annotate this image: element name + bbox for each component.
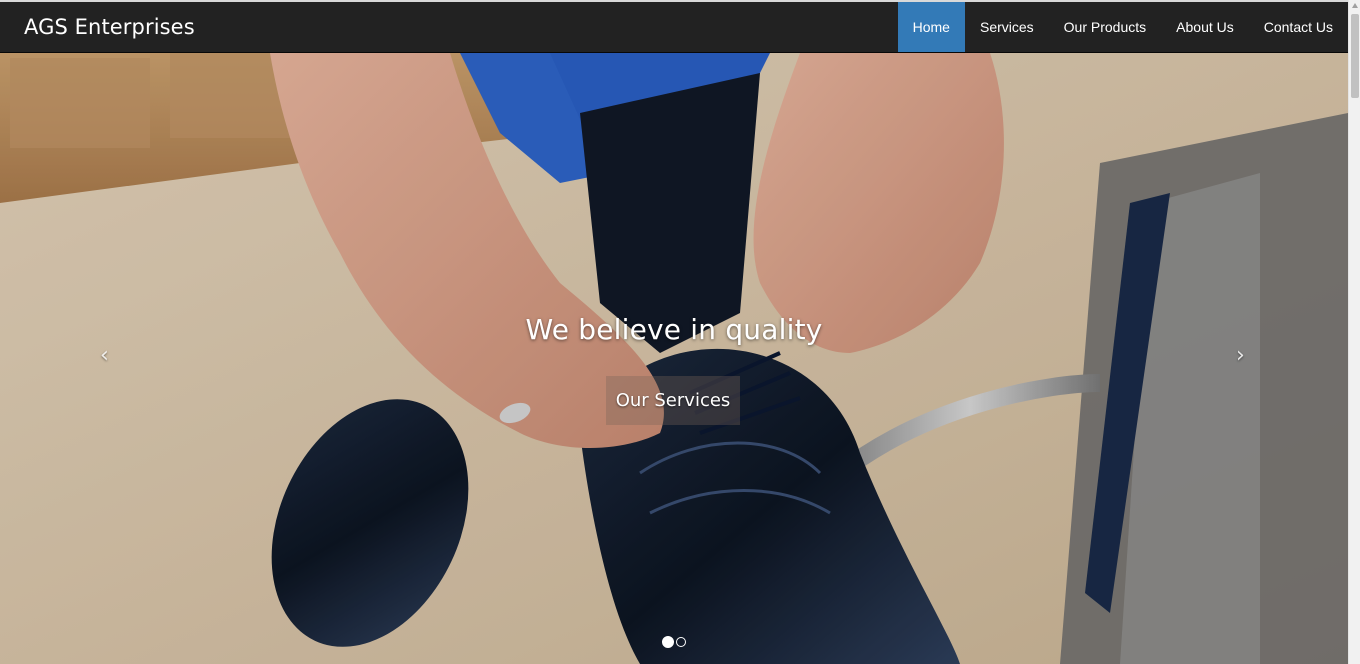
nav-item-contact-us[interactable]: Contact Us xyxy=(1249,2,1348,52)
scrollbar-thumb[interactable] xyxy=(1351,14,1359,98)
nav-item-our-products[interactable]: Our Products xyxy=(1049,2,1161,52)
scroll-up-arrow-icon[interactable] xyxy=(1352,3,1358,8)
nav-item-services[interactable]: Services xyxy=(965,2,1049,52)
hero-overlay xyxy=(0,53,1348,664)
carousel-indicator-1[interactable] xyxy=(662,636,674,648)
nav-item-about-us[interactable]: About Us xyxy=(1161,2,1249,52)
carousel-indicator-2[interactable] xyxy=(676,637,686,647)
main-nav: Home Services Our Products About Us Cont… xyxy=(897,2,1348,52)
nav-item-home[interactable]: Home xyxy=(897,2,965,52)
page-scrollbar[interactable] xyxy=(1348,0,1360,664)
carousel-next-icon[interactable]: › xyxy=(1236,343,1245,368)
brand-logo-text[interactable]: AGS Enterprises xyxy=(0,15,195,39)
carousel-prev-icon[interactable]: ‹ xyxy=(100,343,109,368)
our-services-button[interactable]: Our Services xyxy=(606,376,740,425)
hero-carousel: We believe in quality Our Services ‹ › xyxy=(0,53,1348,664)
top-navbar: AGS Enterprises Home Services Our Produc… xyxy=(0,2,1348,53)
carousel-indicators xyxy=(662,636,686,648)
hero-headline: We believe in quality xyxy=(525,313,823,346)
